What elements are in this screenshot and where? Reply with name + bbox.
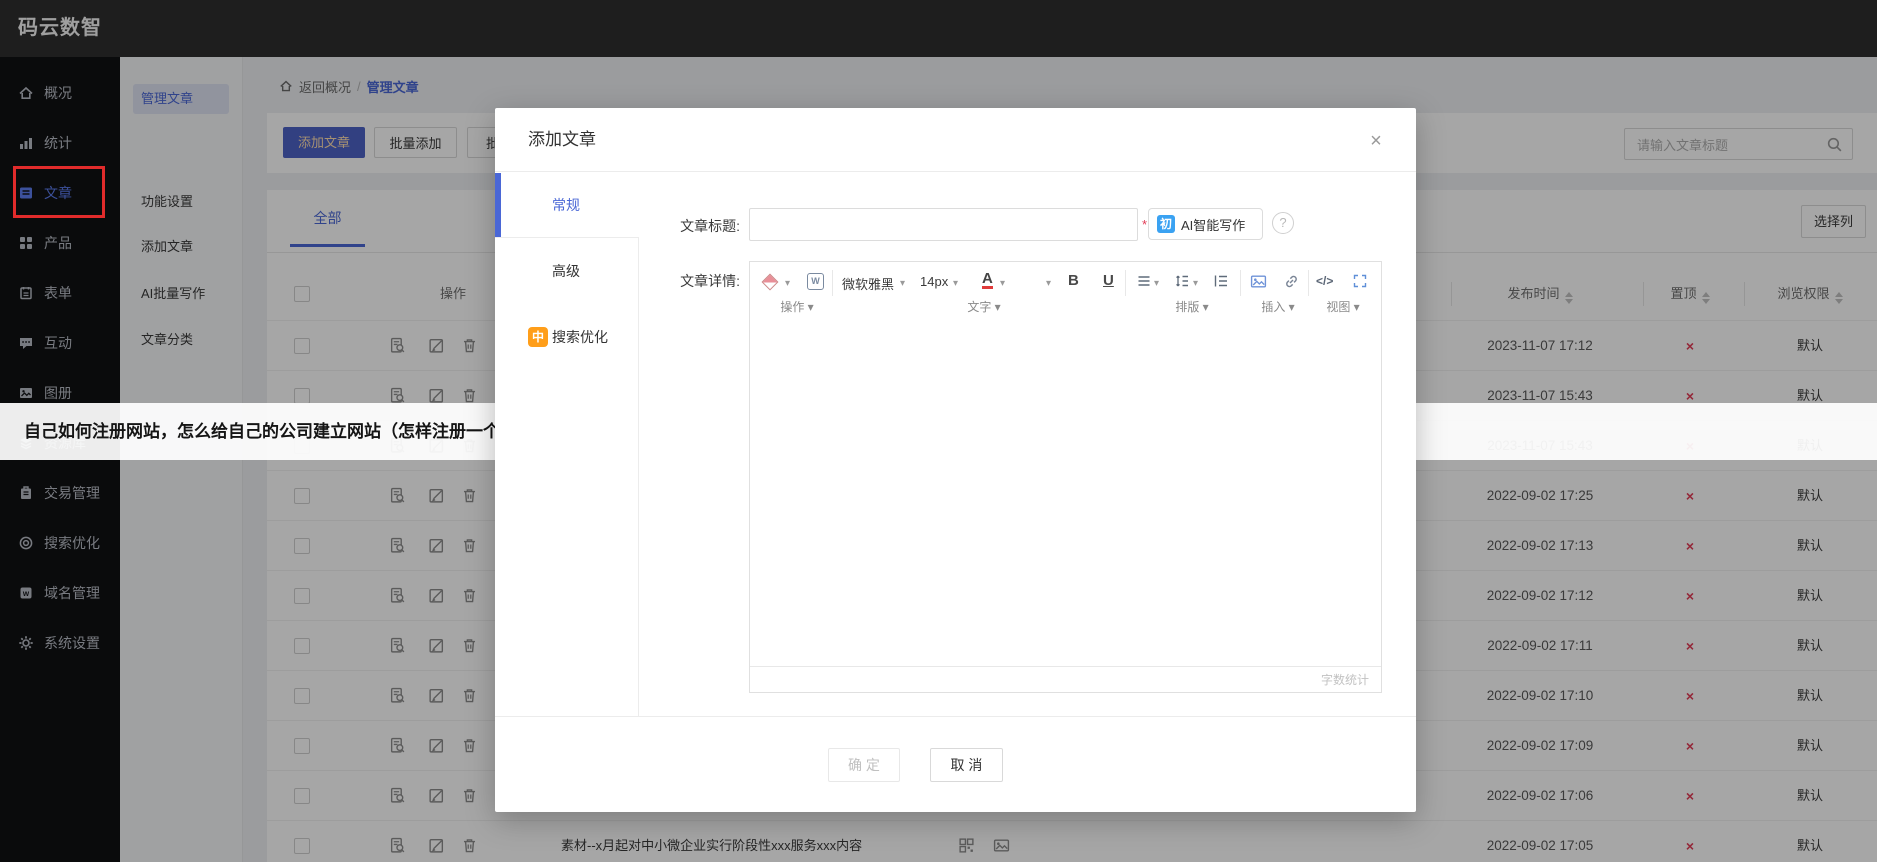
rich-text-editor: ▾ W 微软雅黑 ▾ 14px ▾ A ▾ ▾ B U ▾ ▾	[749, 261, 1382, 693]
word-import-icon[interactable]: W	[807, 273, 824, 290]
word-count-label: 字数统计	[1321, 667, 1369, 693]
annotation-highlight-box	[13, 166, 105, 218]
code-view-icon[interactable]: </>	[1316, 274, 1333, 288]
chevron-down-icon[interactable]: ▾	[1046, 278, 1051, 289]
line-height-icon[interactable]	[1174, 273, 1190, 289]
toolbar-group-layout[interactable]: 排版 ▾	[1167, 298, 1217, 315]
toolbar-group-view[interactable]: 视图 ▾	[1318, 298, 1368, 315]
divider	[495, 237, 638, 238]
confirm-button[interactable]: 确 定	[828, 748, 900, 782]
indent-icon[interactable]	[1213, 273, 1229, 289]
ai-badge-icon: 初	[1157, 215, 1175, 233]
ai-writing-button[interactable]: 初 AI智能写作	[1148, 208, 1263, 240]
cancel-button[interactable]: 取 消	[930, 748, 1003, 782]
toolbar-group-text[interactable]: 文字 ▾	[959, 298, 1009, 315]
article-title-label: 文章标题:	[650, 216, 740, 236]
modal-header: 添加文章 ×	[495, 108, 1416, 172]
help-icon[interactable]: ?	[1272, 212, 1294, 234]
insert-link-icon[interactable]	[1283, 273, 1300, 290]
chevron-down-icon[interactable]: ▾	[1154, 278, 1159, 289]
divider	[1240, 270, 1241, 296]
divider	[1125, 270, 1126, 296]
article-detail-label: 文章详情:	[650, 271, 740, 291]
bold-icon[interactable]: B	[1068, 272, 1079, 289]
divider	[1308, 270, 1309, 296]
font-size-select[interactable]: 14px	[920, 274, 948, 289]
chevron-down-icon[interactable]: ▾	[1000, 278, 1005, 289]
underline-icon[interactable]: U	[1103, 272, 1114, 289]
align-icon[interactable]	[1136, 273, 1152, 289]
toolbar-group-insert[interactable]: 插入 ▾	[1253, 298, 1303, 315]
eraser-icon[interactable]	[762, 274, 779, 291]
required-mark: *	[1142, 217, 1147, 232]
editor-content-area[interactable]	[750, 322, 1381, 666]
chevron-down-icon[interactable]: ▾	[785, 278, 790, 289]
font-family-select[interactable]: 微软雅黑	[842, 274, 894, 293]
font-color-icon[interactable]: A	[982, 271, 993, 289]
insert-image-icon[interactable]	[1250, 273, 1267, 290]
editor-toolbar: ▾ W 微软雅黑 ▾ 14px ▾ A ▾ ▾ B U ▾ ▾	[750, 262, 1381, 323]
modal-tab-advanced[interactable]: 高级	[495, 253, 638, 289]
fullscreen-icon[interactable]	[1352, 273, 1368, 289]
divider	[832, 270, 833, 296]
chevron-down-icon[interactable]: ▾	[1193, 278, 1198, 289]
editor-status-bar: 字数统计	[750, 666, 1381, 693]
modal-tab-general[interactable]: 常规	[495, 187, 638, 223]
seo-badge-icon: 中	[528, 327, 548, 347]
modal-title: 添加文章	[528, 108, 596, 172]
app-screen: 码云数智 概况 统计 文章 产品 表单 互动 图册 资源库 交易管理 搜索优化 …	[0, 0, 1877, 862]
modal-tab-seo[interactable]: 中 搜索优化	[495, 319, 638, 355]
toolbar-group-operate[interactable]: 操作 ▾	[772, 298, 822, 315]
close-icon[interactable]: ×	[1361, 126, 1391, 156]
divider	[638, 237, 639, 716]
divider	[495, 716, 1416, 717]
chevron-down-icon[interactable]: ▾	[953, 278, 958, 289]
article-title-input[interactable]	[749, 208, 1138, 241]
chevron-down-icon[interactable]: ▾	[900, 278, 905, 289]
add-article-modal: 添加文章 × 常规 高级 中 搜索优化 文章标题: * 初 AI智能写作 ? 文…	[495, 108, 1416, 812]
